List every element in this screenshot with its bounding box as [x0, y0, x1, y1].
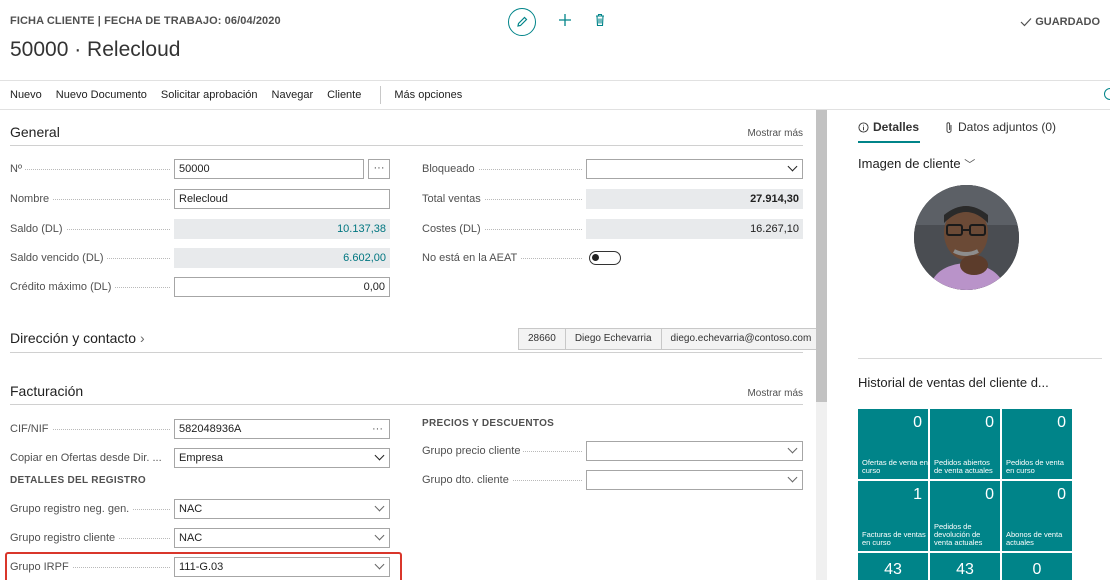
action-separator: [380, 86, 382, 104]
tile-return-orders[interactable]: 0 Pedidos de devolución de venta actuales: [930, 481, 1000, 551]
pencil-icon: [517, 16, 528, 27]
field-label-credito: Crédito máximo (DL): [10, 277, 170, 297]
active-tab-indicator: [858, 141, 920, 143]
postal-code-pill[interactable]: 28660: [518, 328, 566, 350]
customer-avatar[interactable]: [914, 185, 1019, 290]
action-navigate[interactable]: Navegar: [272, 89, 314, 101]
chevron-down-icon: [787, 161, 798, 172]
field-label-bloqueado: Bloqueado: [422, 159, 582, 179]
nombre-field[interactable]: Relecloud: [174, 189, 390, 209]
field-label-no: Nº: [10, 159, 170, 179]
sales-history-title[interactable]: Historial de ventas del cliente d...: [858, 375, 1049, 390]
chevron-down-icon: [787, 472, 798, 483]
section-address-title[interactable]: Dirección y contacto ›: [10, 330, 145, 346]
total-ventas-value: 27.914,30: [586, 189, 803, 209]
header-actions: [508, 8, 606, 36]
no-lookup-button[interactable]: ···: [368, 159, 390, 179]
tile-open-orders[interactable]: 0 Pedidos de venta en curso: [1002, 409, 1072, 479]
dto-select[interactable]: [586, 470, 803, 490]
registro-heading: DETALLES DEL REGISTRO: [10, 475, 146, 486]
field-label-cif: CIF/NIF: [10, 419, 170, 439]
add-button[interactable]: [558, 13, 572, 32]
action-new[interactable]: Nuevo: [10, 89, 42, 101]
section-divider: [10, 352, 803, 353]
tile-open-invoices[interactable]: 1 Facturas de ventas en curso: [858, 481, 928, 551]
delete-button[interactable]: [594, 13, 606, 32]
paperclip-icon: [946, 121, 952, 133]
field-label-saldo-vencido: Saldo vencido (DL): [10, 248, 170, 268]
chevron-down-icon: [374, 501, 385, 512]
grupo-cliente-select[interactable]: NAC: [174, 528, 390, 548]
section-billing-title[interactable]: Facturación: [10, 383, 83, 399]
chevron-down-icon: [374, 530, 385, 541]
field-label-grupo-cliente: Grupo registro cliente: [10, 528, 170, 548]
address-summary: 28660 Diego Echevarria diego.echevarria@…: [518, 328, 822, 350]
field-label-nombre: Nombre: [10, 189, 170, 209]
general-show-more[interactable]: Mostrar más: [747, 128, 803, 139]
tile-bottom-3[interactable]: 0: [1002, 553, 1072, 580]
action-request-approval[interactable]: Solicitar aprobación: [161, 89, 258, 101]
section-general-title[interactable]: General: [10, 124, 60, 140]
tile-bottom-2[interactable]: 43: [930, 553, 1000, 580]
factbox-divider: [858, 358, 1102, 359]
chevron-down-icon: [374, 450, 385, 461]
costes-value: 16.267,10: [586, 219, 803, 239]
field-label-precio: Grupo precio cliente: [422, 441, 582, 461]
tile-credit-memos[interactable]: 0 Abonos de venta actuales: [1002, 481, 1072, 551]
info-icon: [858, 121, 869, 133]
credito-field[interactable]: 0,00: [174, 277, 390, 297]
field-label-neg-gen: Grupo registro neg. gen.: [10, 499, 170, 519]
bloqueado-select[interactable]: [586, 159, 803, 179]
field-label-costes: Costes (DL): [422, 219, 582, 239]
action-new-document[interactable]: Nuevo Documento: [56, 89, 147, 101]
field-label-total-ventas: Total ventas: [422, 189, 582, 209]
chevron-down-icon: [787, 443, 798, 454]
field-label-aeat: No está en la AEAT: [422, 248, 582, 268]
field-label-saldo: Saldo (DL): [10, 219, 170, 239]
search-icon[interactable]: [1104, 88, 1110, 100]
action-bar: Nuevo Nuevo Documento Solicitar aprobaci…: [0, 80, 1110, 110]
page-caption: FICHA CLIENTE | FECHA DE TRABAJO: 06/04/…: [10, 15, 281, 27]
cif-field[interactable]: 582048936A ···: [174, 419, 390, 439]
tile-open-blanket-orders[interactable]: 0 Pedidos abiertos de venta actuales: [930, 409, 1000, 479]
saved-status: GUARDADO: [1020, 16, 1100, 28]
saldo-vencido-value[interactable]: 6.602,00: [174, 248, 390, 268]
neg-gen-select[interactable]: NAC: [174, 499, 390, 519]
customer-photo: [914, 185, 1019, 290]
sales-history-tiles: 0 Ofertas de venta en curso 0 Pedidos abie…: [858, 409, 1072, 551]
billing-show-more[interactable]: Mostrar más: [747, 388, 803, 399]
scrollbar-thumb[interactable]: [816, 110, 827, 402]
aeat-toggle[interactable]: [589, 251, 621, 265]
precios-heading: PRECIOS Y DESCUENTOS: [422, 418, 555, 429]
field-label-dto: Grupo dto. cliente: [422, 470, 582, 490]
precio-select[interactable]: [586, 441, 803, 461]
no-field[interactable]: 50000: [174, 159, 364, 179]
customer-image-title[interactable]: Imagen de cliente ﹀: [858, 156, 975, 172]
tile-open-quotes[interactable]: 0 Ofertas de venta en curso: [858, 409, 928, 479]
tab-details[interactable]: Detalles: [858, 120, 919, 134]
tab-attachments[interactable]: Datos adjuntos (0): [944, 120, 1056, 134]
action-more-options[interactable]: Más opciones: [394, 89, 462, 101]
field-label-copiar: Copiar en Ofertas desde Dir. ...: [10, 448, 170, 468]
tile-bottom-1[interactable]: 43: [858, 553, 928, 580]
page-title: 50000 · Relecloud: [10, 38, 181, 61]
section-divider: [10, 145, 803, 146]
cif-lookup-icon[interactable]: ···: [372, 420, 383, 438]
plus-icon: [559, 13, 571, 26]
toggle-knob: [592, 254, 599, 261]
saved-label: GUARDADO: [1035, 16, 1100, 28]
saldo-value[interactable]: 10.137,38: [174, 219, 390, 239]
contact-pill[interactable]: Diego Echevarria: [564, 328, 662, 350]
edit-button[interactable]: [508, 8, 536, 36]
section-divider: [10, 404, 803, 405]
action-customer[interactable]: Cliente: [327, 89, 361, 101]
copiar-select[interactable]: Empresa: [174, 448, 390, 468]
email-pill[interactable]: diego.echevarria@contoso.com: [660, 328, 822, 350]
check-icon: [1020, 18, 1032, 27]
trash-icon: [596, 13, 604, 26]
